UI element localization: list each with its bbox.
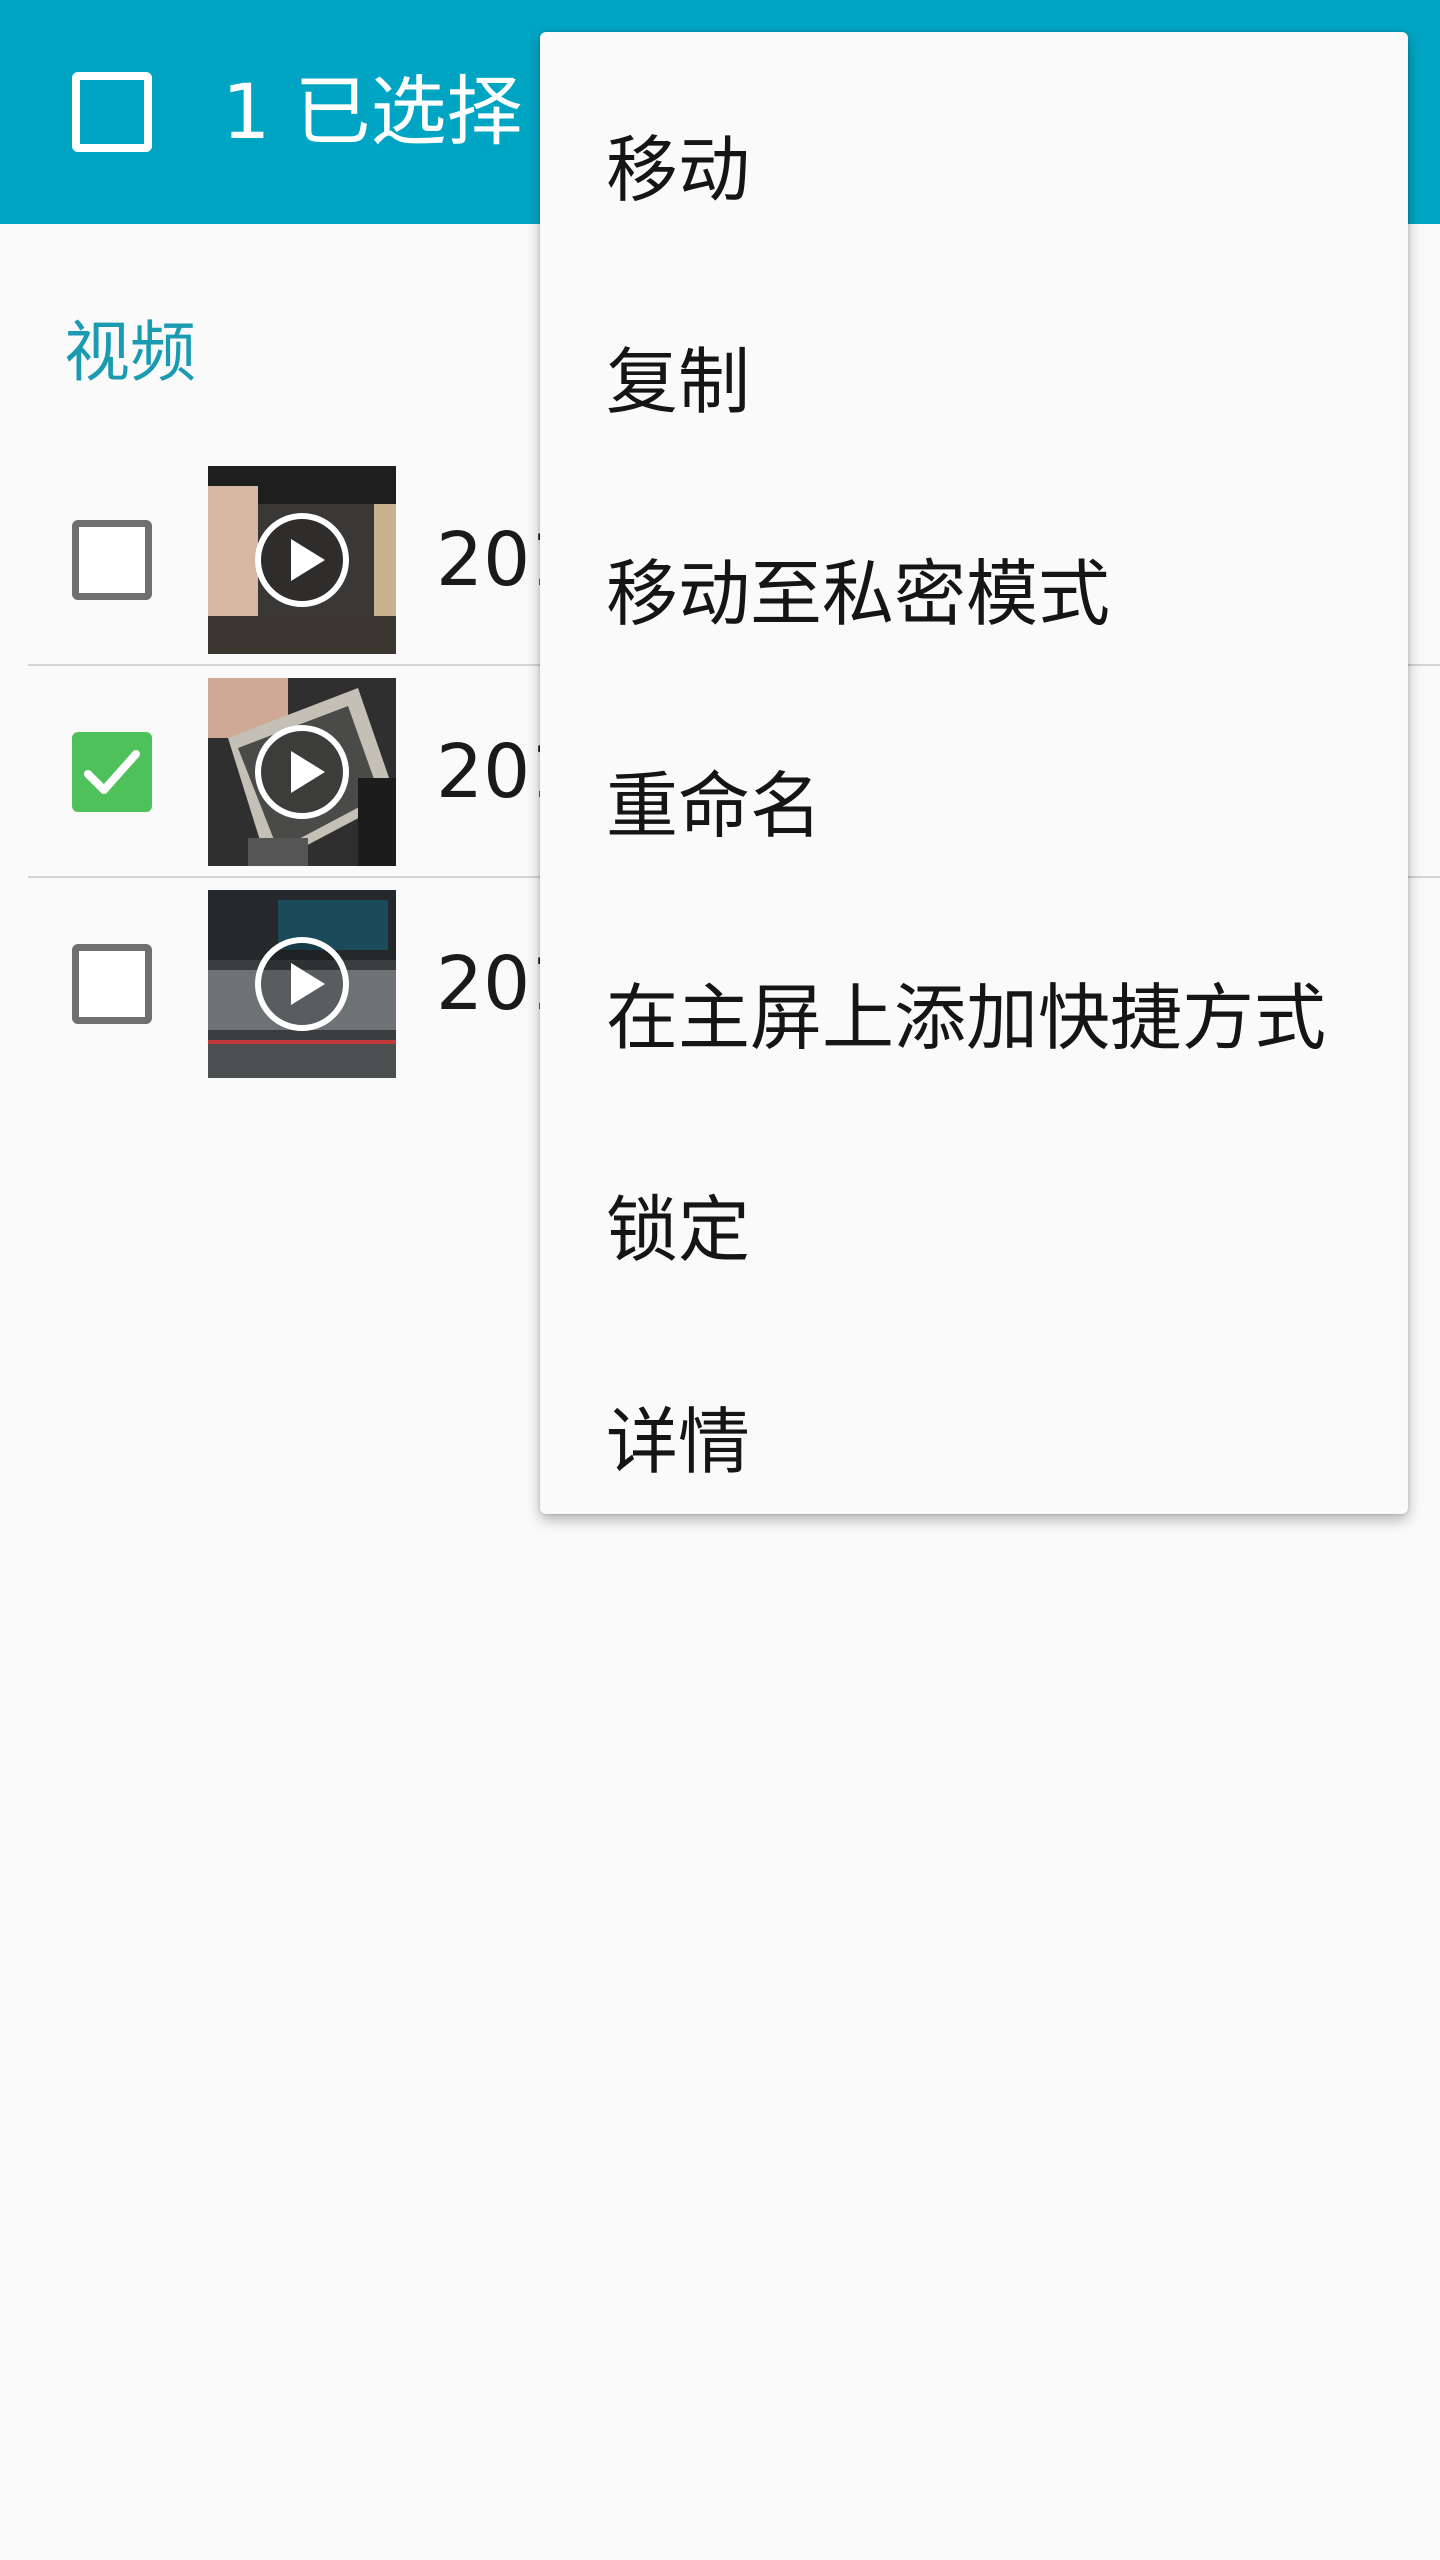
menu-item-copy[interactable]: 复制 (540, 276, 1408, 488)
play-icon (255, 937, 349, 1031)
menu-item-details[interactable]: 详情 (540, 1336, 1408, 1548)
menu-item-move[interactable]: 移动 (540, 64, 1408, 276)
play-icon (255, 725, 349, 819)
checkmark-icon (84, 750, 140, 794)
video-thumbnail[interactable] (208, 678, 396, 866)
select-all-checkbox[interactable] (72, 72, 152, 152)
menu-item-move-to-private[interactable]: 移动至私密模式 (540, 488, 1408, 700)
menu-item-rename[interactable]: 重命名 (540, 700, 1408, 912)
item-checkbox[interactable] (72, 520, 152, 600)
menu-item-lock[interactable]: 锁定 (540, 1124, 1408, 1336)
play-icon (255, 513, 349, 607)
section-header-videos: 视频 (64, 314, 196, 391)
video-thumbnail[interactable] (208, 466, 396, 654)
menu-item-add-shortcut[interactable]: 在主屏上添加快捷方式 (540, 912, 1408, 1124)
selection-count-title: 1 已选择 (222, 67, 523, 156)
overflow-menu: 移动 复制 移动至私密模式 重命名 在主屏上添加快捷方式 锁定 详情 (540, 32, 1408, 1514)
item-checkbox[interactable] (72, 944, 152, 1024)
item-checkbox-checked[interactable] (72, 732, 152, 812)
video-thumbnail[interactable] (208, 890, 396, 1078)
